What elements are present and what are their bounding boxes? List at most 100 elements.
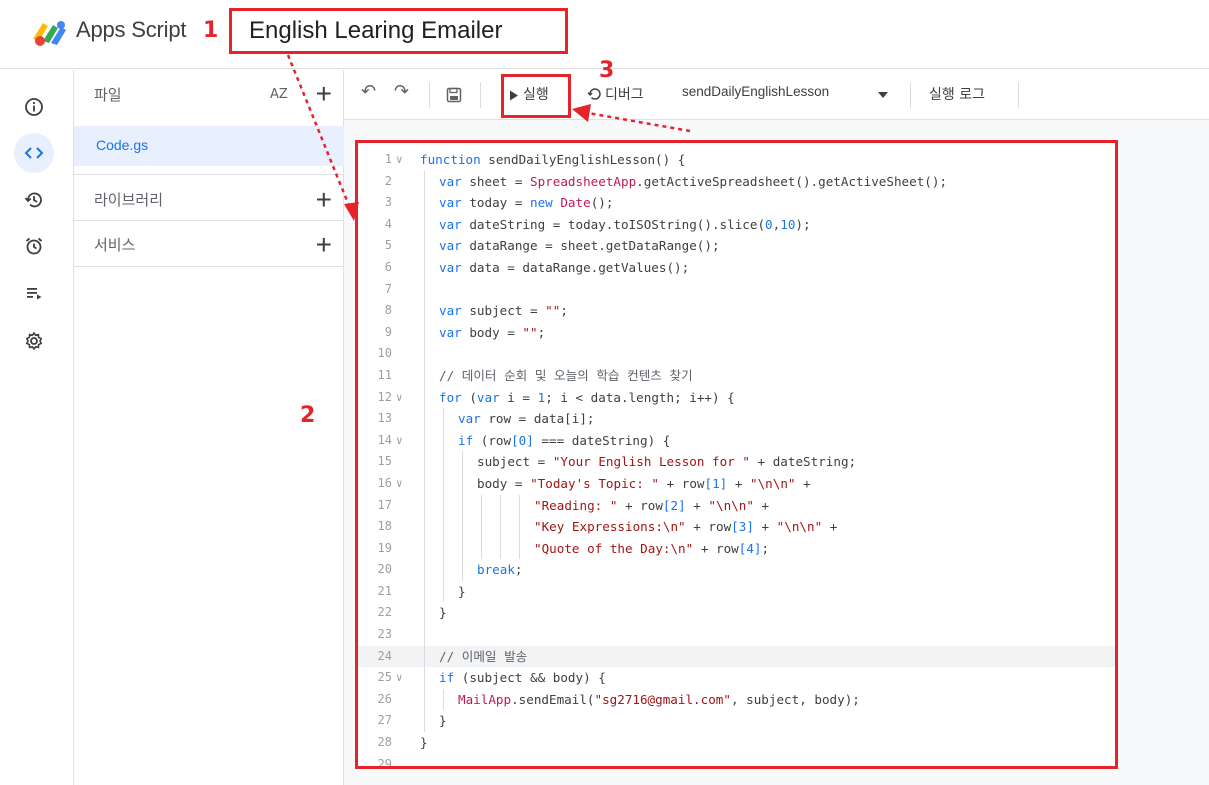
redo-button[interactable]: ↷ (394, 81, 409, 102)
rail-editor-button[interactable] (14, 133, 54, 173)
rail-executions-button[interactable] (14, 273, 54, 313)
code-line[interactable]: 17 "Reading: " + row[2] + "\n\n" + (358, 494, 1115, 517)
code-line[interactable]: 5 var dataRange = sheet.getDataRange(); (358, 235, 1115, 257)
code-text: MailApp.sendEmail("sg2716@gmail.com", su… (458, 691, 860, 707)
add-library-button[interactable]: + (316, 186, 332, 214)
indent-guide (424, 408, 425, 430)
code-line[interactable]: 9 var body = ""; (358, 321, 1115, 344)
sort-az-icon[interactable]: AZ (270, 87, 288, 102)
code-line[interactable]: 13 var row = data[i]; (358, 408, 1115, 430)
dropdown-caret-icon[interactable] (878, 92, 888, 98)
line-number: 9 (384, 324, 392, 339)
debug-button[interactable]: 디버그 (605, 84, 644, 104)
fold-chevron-icon[interactable]: ∨ (396, 387, 403, 409)
project-title[interactable]: English Learing Emailer (249, 17, 502, 45)
line-number: 29 (377, 756, 392, 769)
code-text: // 데이터 순회 및 오늘의 학습 컨텐츠 찾기 (439, 367, 693, 383)
code-text: } (420, 735, 428, 751)
code-line[interactable]: 12 ∨ for (var i = 1; i < data.length; i++)… (358, 386, 1115, 409)
code-line[interactable]: 6 var data = dataRange.getValues(); (358, 256, 1115, 279)
code-line[interactable]: 3 var today = new Date(); (358, 192, 1115, 214)
fold-chevron-icon[interactable]: ∨ (396, 667, 403, 689)
line-number: 20 (377, 562, 392, 577)
files-label: 파일 (94, 86, 122, 104)
indent-guide (424, 429, 425, 452)
code-line[interactable]: 20 break; (358, 559, 1115, 581)
code-line[interactable]: 8 var subject = ""; (358, 300, 1115, 322)
code-line[interactable]: 2 var sheet = SpreadsheetApp.getActiveSpr… (358, 170, 1115, 193)
code-line[interactable]: 16 ∨ body = "Today's Topic: " + row[1] + "… (358, 472, 1115, 495)
code-line[interactable]: 24 // 이메일 발송 (358, 645, 1115, 668)
file-item-label: Code.gs (96, 137, 149, 153)
toolbar-divider (429, 82, 430, 108)
rail-overview-button[interactable] (14, 87, 54, 127)
undo-button[interactable]: ↶ (361, 81, 376, 102)
code-line[interactable]: 23 (358, 624, 1115, 646)
code-line[interactable]: 26 MailApp.sendEmail("sg2716@gmail.com", … (358, 688, 1115, 711)
add-file-button[interactable]: + (316, 80, 332, 108)
apps-script-logo-icon[interactable] (31, 17, 69, 47)
indent-guide (519, 516, 520, 538)
code-line[interactable]: 4 var dateString = today.toISOString().sl… (358, 213, 1115, 236)
indent-guide (424, 537, 425, 560)
code-editor[interactable]: 1 ∨ function sendDailyEnglishLesson() {2 va… (344, 120, 1209, 785)
indent-guide (500, 494, 501, 517)
indent-guide (424, 192, 425, 214)
code-line[interactable]: 7 (358, 278, 1115, 301)
line-number: 12 (377, 389, 392, 404)
fold-chevron-icon[interactable]: ∨ (396, 149, 403, 171)
line-number: 5 (384, 238, 392, 253)
code-text: } (458, 583, 466, 599)
indent-guide (424, 213, 425, 236)
indent-guide (424, 472, 425, 495)
code-line[interactable]: 18 "Key Expressions:\n" + row[3] + "\n\n"… (358, 516, 1115, 538)
run-button[interactable]: 실행 (523, 84, 549, 104)
libraries-section[interactable]: 라이브러리 + (74, 174, 344, 220)
indent-guide (481, 537, 482, 560)
line-number: 10 (377, 346, 392, 361)
indent-guide (500, 537, 501, 560)
code-lines[interactable]: 1 ∨ function sendDailyEnglishLesson() {2 va… (358, 149, 1115, 769)
indent-guide (424, 667, 425, 689)
history-icon (24, 192, 42, 208)
fold-chevron-icon[interactable]: ∨ (396, 430, 403, 452)
indent-guide (443, 429, 444, 452)
save-icon[interactable] (446, 87, 462, 103)
line-number: 7 (384, 281, 392, 296)
indent-guide (443, 516, 444, 538)
function-select[interactable]: sendDailyEnglishLesson (682, 84, 829, 99)
code-text: body = "Today's Topic: " + row[1] + "\n\… (477, 475, 811, 491)
code-line[interactable]: 27} (358, 710, 1115, 733)
rail-history-button[interactable] (14, 180, 54, 220)
execution-log-button[interactable]: 실행 로그 (929, 84, 985, 104)
code-line[interactable]: 29 (358, 754, 1115, 769)
add-service-button[interactable]: + (316, 231, 332, 259)
code-line[interactable]: 11 // 데이터 순회 및 오늘의 학습 컨텐츠 찾기 (358, 364, 1115, 387)
code-line[interactable]: 19 "Quote of the Day:\n" + row[4]; (358, 537, 1115, 560)
code-line[interactable]: 21} (358, 580, 1115, 603)
code-line[interactable]: 10 (358, 343, 1115, 365)
line-number: 4 (384, 216, 392, 231)
fold-chevron-icon[interactable]: ∨ (396, 473, 403, 495)
rail-settings-button[interactable] (14, 321, 54, 361)
services-section[interactable]: 서비스 + (74, 220, 344, 266)
indent-guide (462, 559, 463, 581)
file-item-code-gs[interactable]: Code.gs (74, 126, 344, 166)
code-text: "Quote of the Day:\n" + row[4]; (534, 540, 770, 556)
indent-guide (443, 537, 444, 560)
code-line[interactable]: 15 subject = "Your English Lesson for " +… (358, 451, 1115, 473)
code-line[interactable]: 22} (358, 602, 1115, 625)
line-number: 11 (377, 367, 392, 382)
line-number: 14 (377, 432, 392, 447)
code-icon (24, 147, 44, 159)
code-line[interactable]: 28} (358, 732, 1115, 754)
line-number: 27 (377, 713, 392, 728)
app-name[interactable]: Apps Script (76, 17, 186, 43)
code-text: if (subject && body) { (439, 670, 606, 686)
rail-triggers-button[interactable] (14, 226, 54, 266)
code-line[interactable]: 1 ∨ function sendDailyEnglishLesson() { (358, 149, 1115, 171)
code-line[interactable]: 14 ∨ if (row[0] === dateString) { (358, 429, 1115, 452)
indent-guide (424, 321, 425, 344)
annotation-number-1: 1 (203, 18, 219, 43)
code-line[interactable]: 25 ∨ if (subject && body) { (358, 667, 1115, 689)
